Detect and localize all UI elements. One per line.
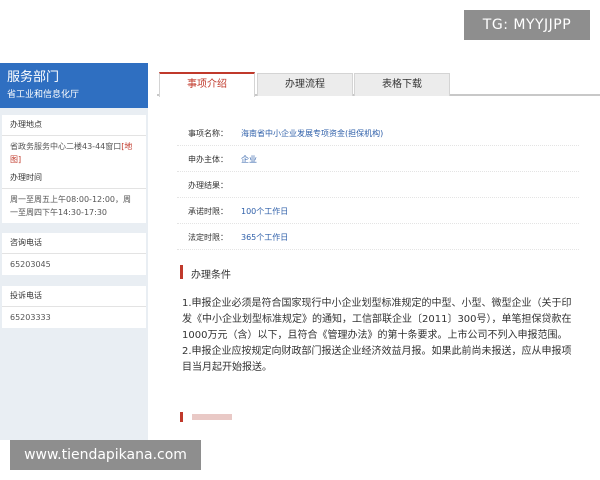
card-label: 办理地点	[2, 115, 146, 136]
card-value: 省政务服务中心二楼43-44窗口[地图]	[2, 136, 146, 170]
sidebar-card-consult-phone: 咨询电话 65203045	[2, 233, 146, 275]
sidebar-title: 服务部门	[7, 70, 60, 85]
info-row-promised-time: 承诺时限： 100个工作日	[177, 198, 579, 224]
conditions-title: 办理条件	[191, 270, 231, 281]
sidebar-header: 服务部门 省工业和信息化厅	[0, 63, 148, 108]
condition-item: 2.申报企业应按规定向财政部门报送企业经济效益月报。如果此前尚未报送，应从申报项…	[182, 346, 572, 373]
info-row-legal-time: 法定时限： 365个工作日	[177, 224, 579, 250]
sidebar-card-location: 办理地点 省政务服务中心二楼43-44窗口[地图]	[2, 115, 146, 170]
card-value: 周一至周五上午08:00-12:00，周一至周四下午14:30-17:30	[10, 195, 131, 217]
info-value: 365个工作日	[241, 233, 289, 242]
sidebar: 服务部门 省工业和信息化厅 办理地点 省政务服务中心二楼43-44窗口[地图] …	[0, 63, 148, 440]
watermark-bottom: www.tiendapikana.com	[10, 440, 201, 470]
info-value: 100个工作日	[241, 207, 289, 216]
card-value: 65203045	[10, 260, 51, 269]
card-label: 咨询电话	[2, 233, 146, 254]
sidebar-subtitle: 省工业和信息化厅	[7, 90, 80, 100]
info-table: 事项名称： 海南省中小企业发展专项资金(担保机构) 申办主体： 企业 办理结果：…	[177, 120, 579, 250]
info-row-subject: 申办主体： 企业	[177, 146, 579, 172]
conditions-body: 1.申报企业必须是符合国家现行中小企业划型标准规定的中型、小型、微型企业（关于印…	[182, 296, 578, 376]
condition-item: 1.申报企业必须是符合国家现行中小企业划型标准规定的中型、小型、微型企业（关于印…	[182, 298, 572, 341]
info-key: 办理结果：	[188, 181, 228, 190]
info-key: 事项名称：	[188, 129, 228, 138]
watermark-top: TG: MYYJJPP	[464, 10, 590, 40]
info-key: 法定时限：	[188, 233, 228, 242]
info-value: 企业	[241, 155, 257, 164]
tab-process[interactable]: 办理流程	[257, 73, 353, 96]
location-text: 省政务服务中心二楼43-44窗口	[10, 142, 122, 151]
card-value: 65203333	[10, 313, 51, 322]
tab-forms-download[interactable]: 表格下载	[354, 73, 450, 96]
tab-bar: 事项介绍 办理流程 表格下载	[157, 63, 600, 97]
tab-intro[interactable]: 事项介绍	[159, 72, 255, 97]
info-key: 申办主体：	[188, 155, 228, 164]
info-value: 海南省中小企业发展专项资金(担保机构)	[241, 129, 384, 138]
section-accent-bar	[180, 265, 183, 279]
conditions-heading: 办理条件	[180, 264, 582, 281]
next-section-accent-bar	[180, 412, 183, 422]
sidebar-card-hours: 办理时间 周一至周五上午08:00-12:00，周一至周四下午14:30-17:…	[2, 168, 146, 223]
sidebar-card-complaint-phone: 投诉电话 65203333	[2, 286, 146, 328]
card-label: 办理时间	[2, 168, 146, 189]
info-key: 承诺时限：	[188, 207, 228, 216]
info-row-name: 事项名称： 海南省中小企业发展专项资金(担保机构)	[177, 120, 579, 146]
info-row-result: 办理结果：	[177, 172, 579, 198]
next-section-title-cutoff	[192, 414, 232, 420]
card-label: 投诉电话	[2, 286, 146, 307]
